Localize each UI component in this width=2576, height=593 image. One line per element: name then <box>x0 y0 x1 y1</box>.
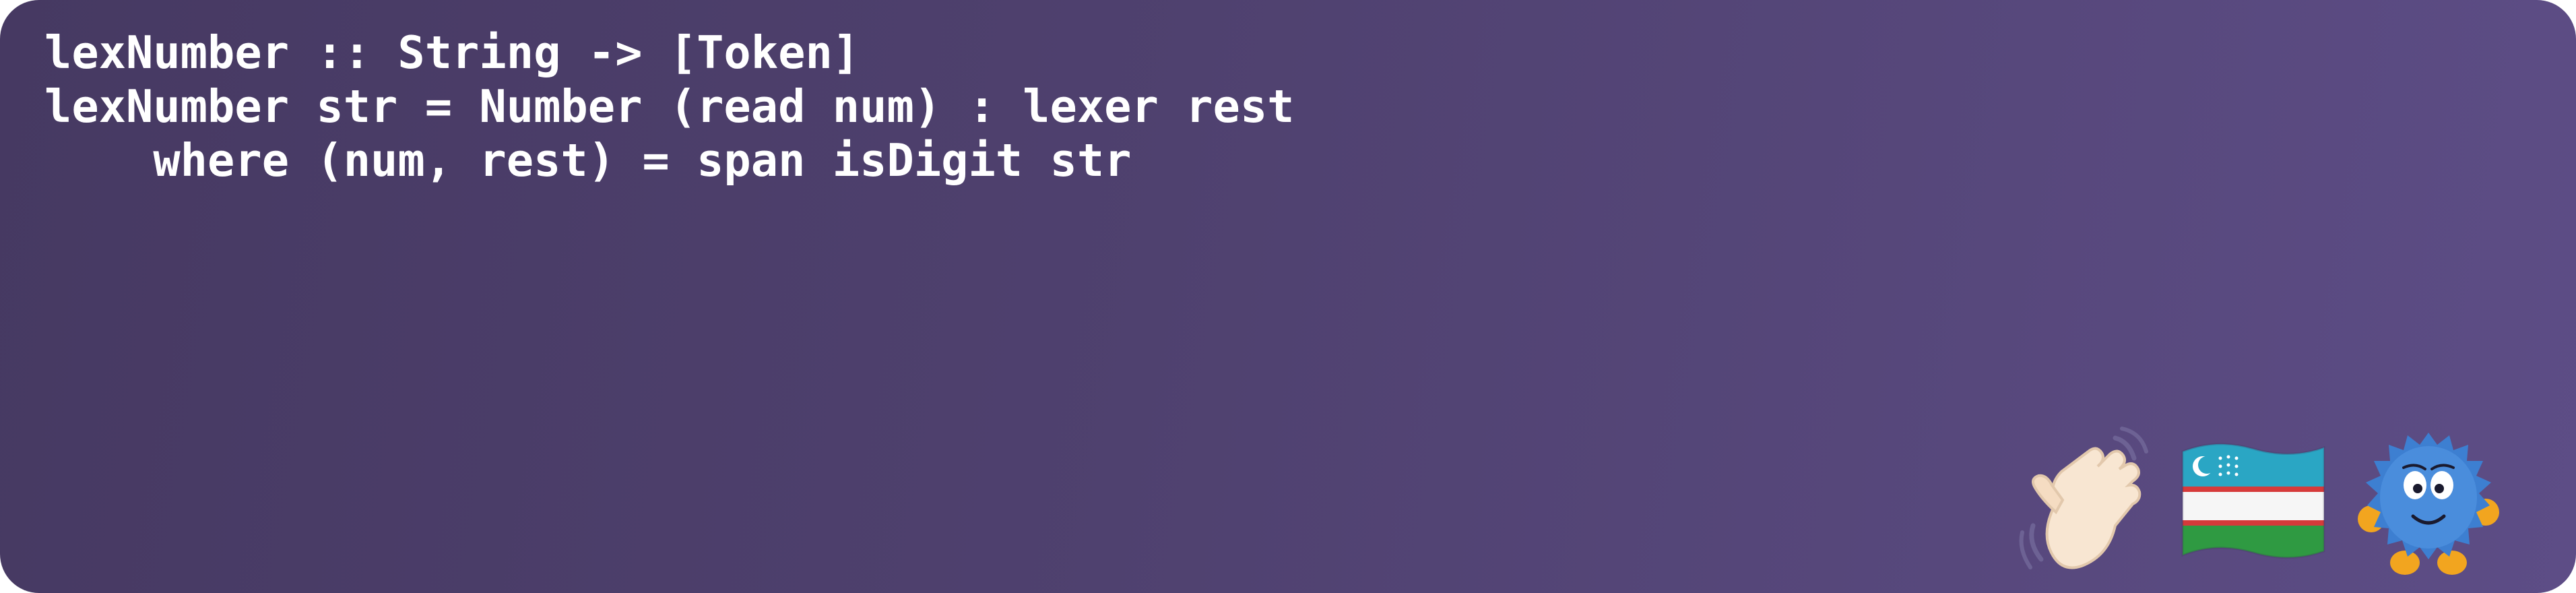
code-card: lexNumber :: String -> [Token] lexNumber … <box>0 0 2576 593</box>
uzbekistan-flag-icon <box>2176 425 2331 580</box>
code-line-3: where (num, rest) = span isDigit str <box>44 134 1132 187</box>
code-line-1: lexNumber :: String -> [Token] <box>44 26 860 79</box>
emoji-row <box>2014 425 2526 580</box>
fuzzy-monster-icon <box>2351 425 2506 580</box>
waving-hand-icon <box>2014 425 2162 580</box>
code-line-2: lexNumber str = Number (read num) : lexe… <box>44 80 1295 133</box>
code-block: lexNumber :: String -> [Token] lexNumber … <box>44 26 1295 187</box>
